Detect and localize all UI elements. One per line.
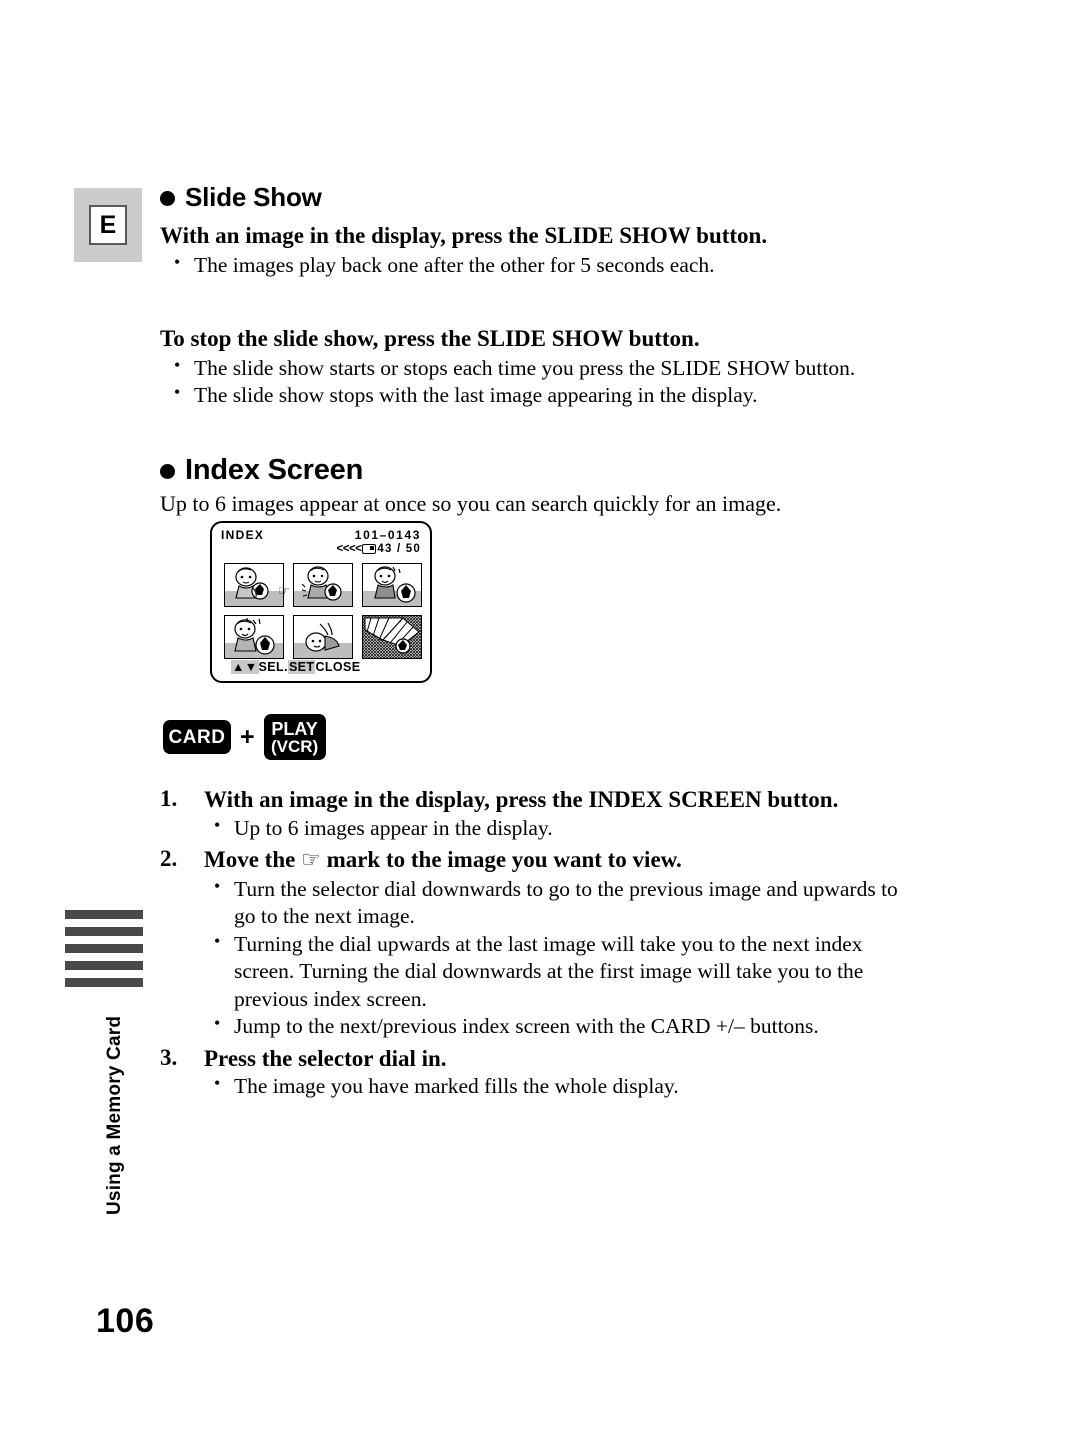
goal-net-art (363, 616, 421, 658)
filled-circle-icon (160, 191, 175, 206)
language-badge-letter: E (89, 205, 127, 245)
slide-show-stop-title: To stop the slide show, press the SLIDE … (160, 325, 700, 351)
lcd-close-label: CLOSE (315, 660, 361, 674)
language-badge: E (74, 188, 142, 262)
thumbnail-6[interactable] (362, 615, 422, 659)
lcd-footer-bar: ▲▼ SEL . SET CLOSE (231, 660, 361, 674)
card-button-label: CARD (168, 726, 226, 748)
slide-show-stop-bullets: The slide show starts or stops each time… (160, 354, 920, 410)
steps-list: 1. With an image in the display, press t… (160, 786, 920, 1101)
thumbnail-grid (224, 563, 422, 659)
step-title: Press the selector dial in. (204, 1045, 447, 1071)
step-3: 3. Press the selector dial in. The image… (160, 1045, 920, 1101)
lcd-sel-label: SEL (258, 660, 285, 674)
baby-with-ball-art (234, 618, 275, 655)
baby-lying-down-art (305, 622, 340, 652)
margin-bar (65, 961, 143, 970)
margin-tab-bars (65, 910, 143, 995)
step-number: 3. (160, 1044, 178, 1070)
list-item: The slide show stops with the last image… (172, 381, 920, 410)
margin-bar (65, 910, 143, 919)
filled-circle-icon (160, 463, 175, 479)
list-item: Up to 6 images appear in the display. (212, 814, 920, 843)
updown-arrows-icon: ▲▼ (231, 660, 259, 674)
lcd-display: INDEX 101–0143 <<<< 43 / 50 ☞ ▲▼ SEL . S… (210, 521, 432, 683)
lcd-header: INDEX 101–0143 <<<< 43 / 50 (221, 528, 421, 560)
lcd-image-counter: 43 / 50 (377, 543, 421, 555)
instruction-steps: 1. With an image in the display, press t… (160, 786, 920, 1105)
step-bullets: The image you have marked fills the whol… (204, 1072, 920, 1101)
list-item: Turn the selector dial downwards to go t… (212, 874, 920, 931)
pointer-hand-icon: ☞ (301, 848, 321, 874)
index-screen-intro: Up to 6 images appear at once so you can… (160, 490, 782, 516)
vcr-button-label: (VCR) (271, 736, 319, 756)
section-heading-index-screen: Index Screen (160, 454, 920, 487)
lcd-file-number: 101–0143 (354, 528, 421, 542)
margin-bar (65, 927, 143, 936)
section-heading-slide-show: Slide Show (160, 182, 920, 213)
chapter-side-label: Using a Memory Card (104, 1015, 125, 1215)
step-bullets: Up to 6 images appear in the display. (204, 814, 920, 843)
thumbnail-1[interactable] (224, 563, 284, 607)
memory-card-icon (362, 544, 377, 554)
list-item: The images play back one after the other… (172, 251, 920, 280)
list-item: The image you have marked fills the whol… (212, 1072, 920, 1101)
lcd-set-label: SET (287, 660, 316, 674)
margin-bar (65, 944, 143, 953)
baby-with-ball-art (235, 567, 269, 600)
thumbnail-5[interactable] (293, 615, 353, 659)
thumbnail-2[interactable] (293, 563, 353, 607)
list-item: Jump to the next/previous index screen w… (212, 1012, 920, 1041)
step-title: With an image in the display, press the … (204, 787, 839, 812)
pointer-hand-icon: ☞ (278, 584, 290, 599)
section-heading-label: Index Screen (185, 453, 364, 486)
play-vcr-button[interactable]: PLAY (VCR) (263, 714, 326, 760)
step-title: Move the ☞ mark to the image you want to… (204, 846, 920, 874)
list-item: Turning the dial upwards at the last ima… (212, 930, 920, 1014)
section-heading-label: Slide Show (185, 182, 322, 212)
step-2: 2. Move the ☞ mark to the image you want… (160, 846, 920, 1040)
baby-with-ball-art (301, 566, 342, 601)
lcd-counter-row: <<<< 43 / 50 (337, 543, 421, 555)
slide-show-start-bullets: The images play back one after the other… (160, 251, 920, 280)
lcd-title: INDEX (221, 528, 265, 542)
thumbnail-3[interactable] (362, 563, 422, 607)
index-screen-illustration: INDEX 101–0143 <<<< 43 / 50 ☞ ▲▼ SEL . S… (210, 521, 432, 683)
thumbnail-4[interactable] (224, 615, 284, 659)
step-number: 1. (160, 786, 178, 811)
step-title-before: Move the (204, 847, 296, 873)
play-button-label: PLAY (271, 718, 318, 739)
main-content: Slide Show With an image in the display,… (160, 182, 920, 517)
button-combination-row: CARD + PLAY (VCR) (163, 714, 326, 760)
step-bullets: Turn the selector dial downwards to go t… (204, 874, 920, 1041)
plus-sign: + (240, 722, 255, 751)
slide-show-start-title: With an image in the display, press the … (160, 223, 768, 248)
step-number: 2. (160, 846, 178, 872)
card-button[interactable]: CARD (163, 720, 231, 754)
step-title-after: mark to the image you want to view. (326, 847, 682, 873)
list-item: The slide show starts or stops each time… (172, 354, 920, 383)
baby-with-ball-art (374, 566, 416, 603)
step-1: 1. With an image in the display, press t… (160, 786, 920, 842)
page-number: 106 (96, 1302, 155, 1340)
rewind-arrows-icon: <<<< (336, 543, 362, 555)
